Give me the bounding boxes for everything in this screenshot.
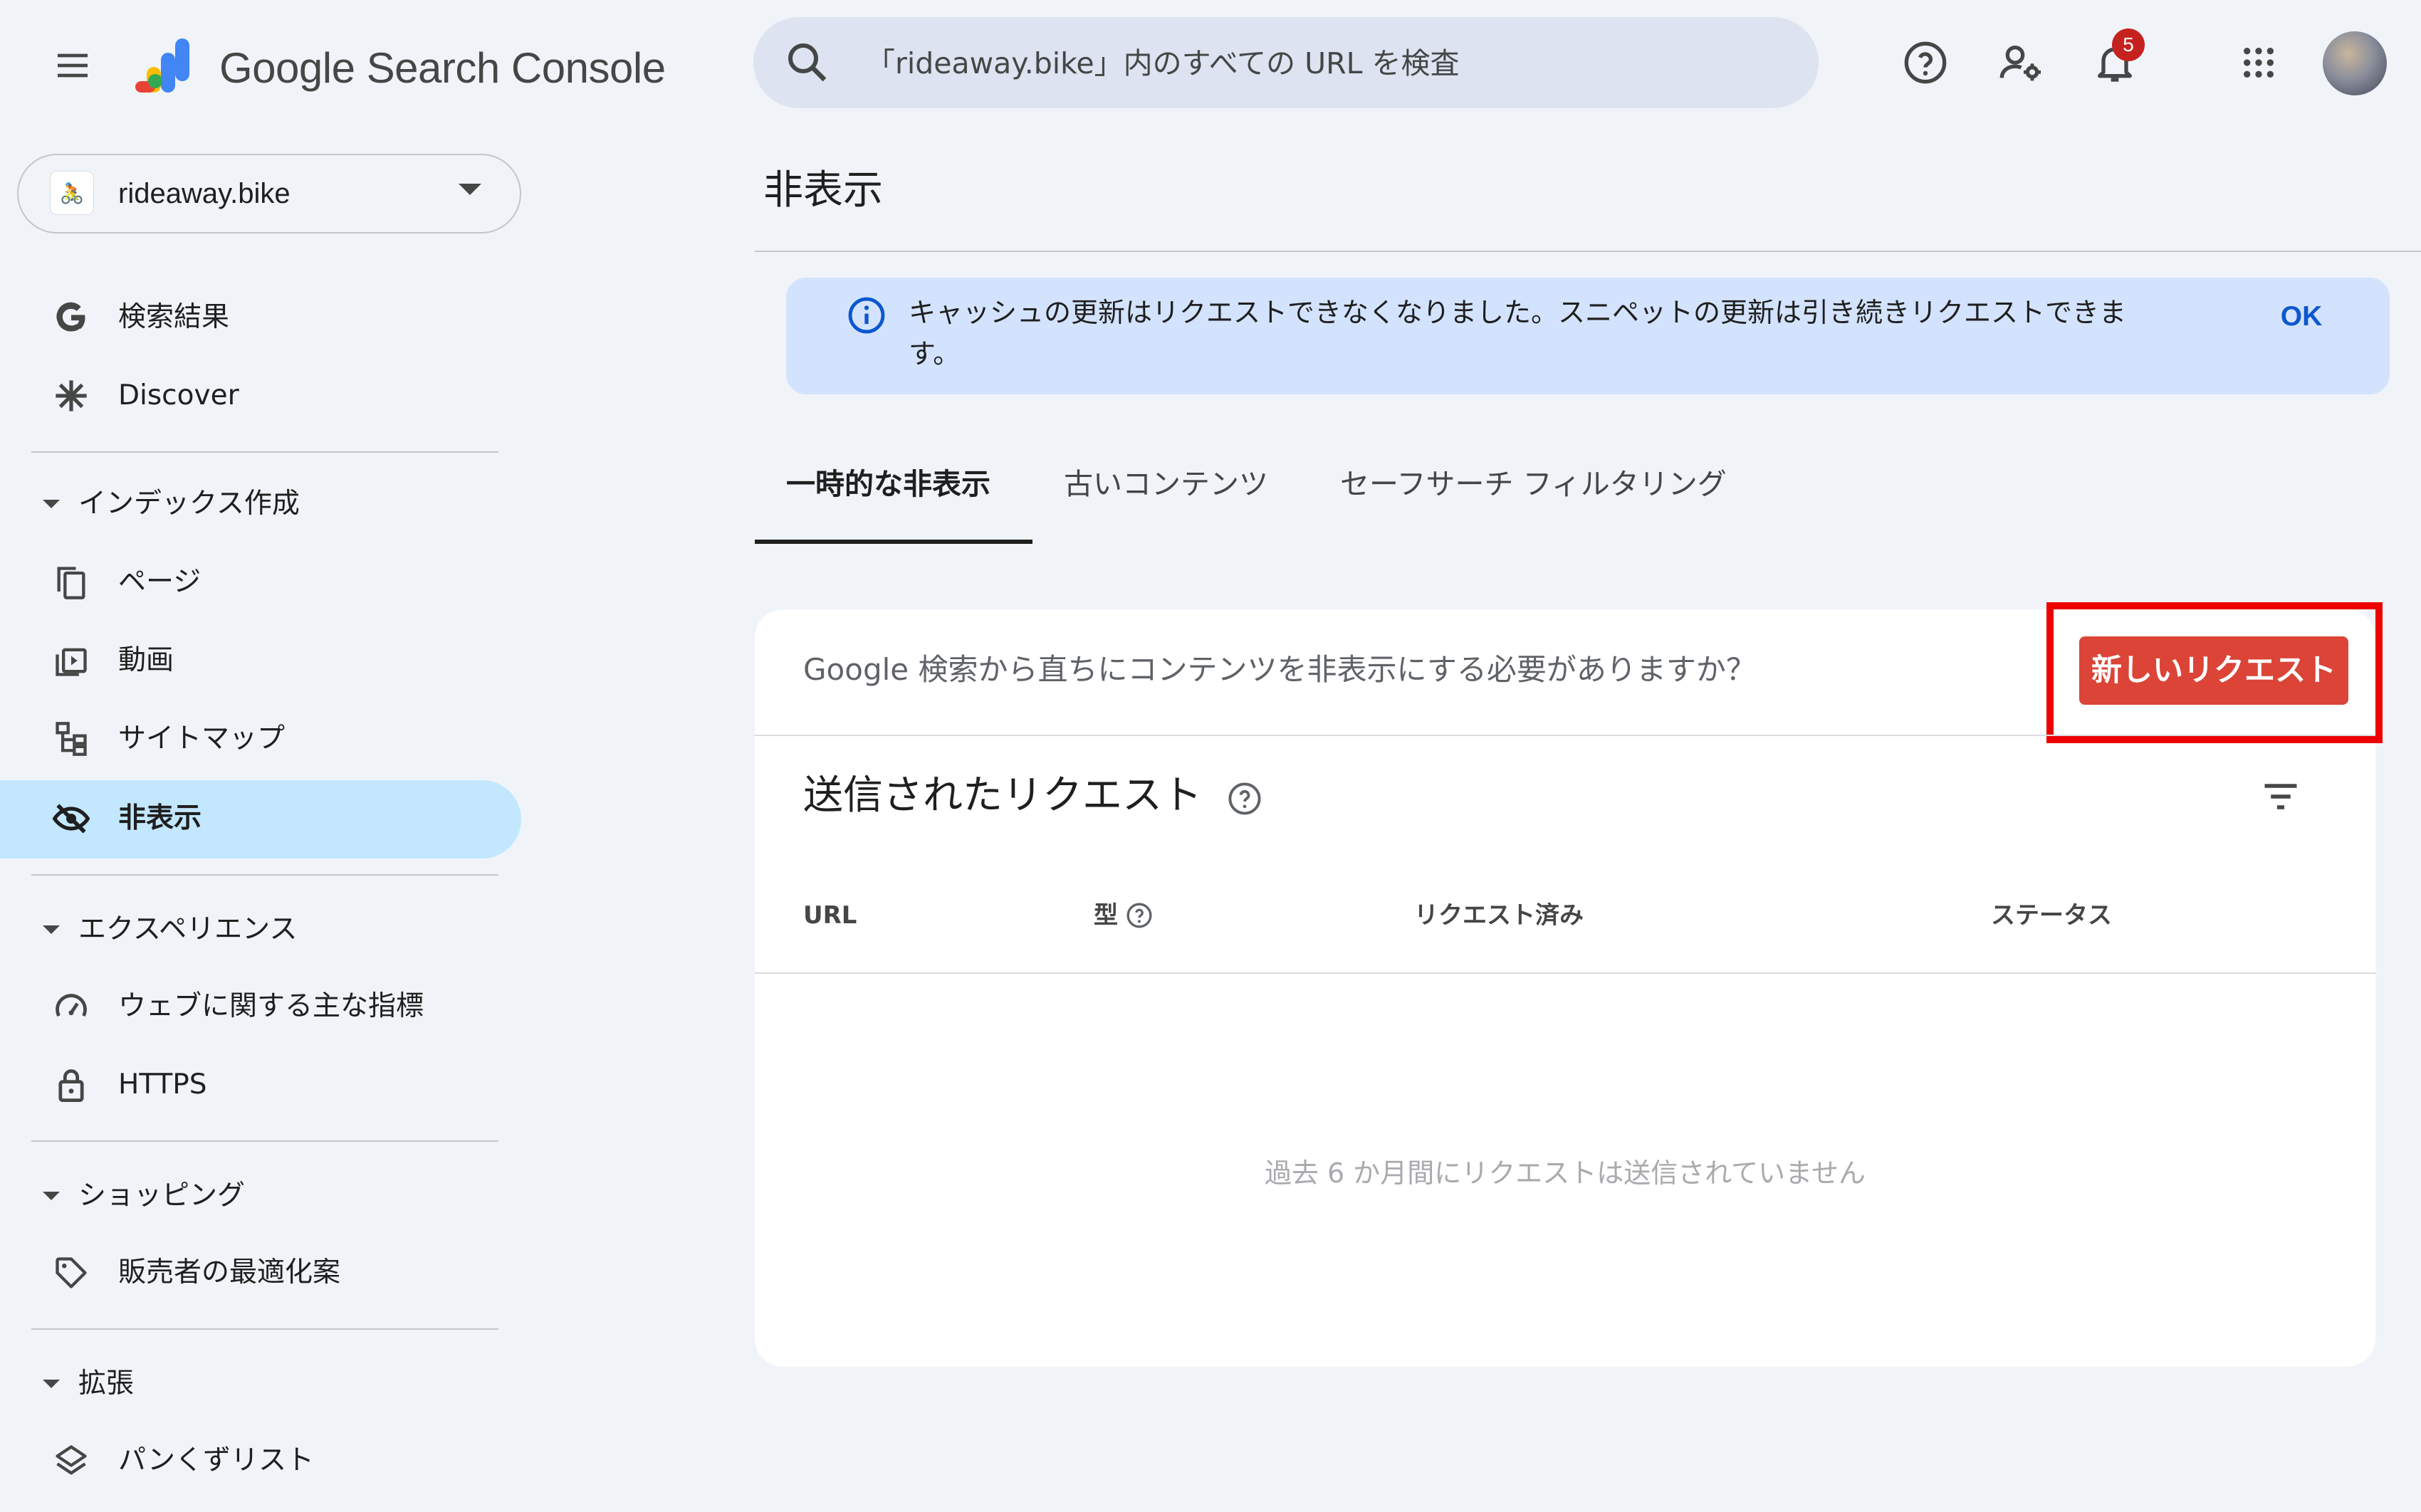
tab-outdated-content[interactable]: 古いコンテンツ: [1064, 456, 1268, 541]
sidebar-item-label: ページ: [118, 566, 202, 598]
search-console-logo[interactable]: [132, 33, 201, 101]
page-title: 非表示: [763, 167, 883, 214]
tab-safesearch-filtering[interactable]: セーフサーチ フィルタリング: [1340, 456, 1727, 541]
collapse-caret-icon[interactable]: [43, 1380, 60, 1388]
sidebar-divider: [31, 1140, 498, 1142]
card-divider: [755, 735, 2375, 736]
sidebar-divider: [31, 874, 498, 876]
sidebar-item-label: Discover: [118, 379, 239, 411]
users-and-permissions-button[interactable]: [1987, 28, 2055, 97]
filter-icon: [2264, 784, 2297, 809]
removal-prompt-text: Google 検索から直ちにコンテンツを非表示にする必要がありますか？: [803, 652, 1756, 687]
help-icon: [1904, 41, 1947, 84]
column-header-requested[interactable]: リクエスト済み: [1414, 894, 1584, 937]
sidebar-item-label: HTTPS: [118, 1069, 207, 1101]
notification-count-badge: 5: [2112, 28, 2145, 61]
sidebar-item-label: 検索結果: [118, 301, 230, 333]
filter-button[interactable]: [2253, 769, 2308, 824]
sidebar-section-enhancements[interactable]: 拡張: [78, 1361, 134, 1407]
apps-grid-icon: [2244, 48, 2274, 78]
active-tab-indicator: [755, 540, 1032, 544]
tag-icon: [48, 1250, 94, 1296]
table-header-divider: [755, 972, 2375, 974]
collapse-caret-icon[interactable]: [43, 925, 60, 934]
account-avatar[interactable]: [2323, 31, 2387, 95]
eye-off-icon: [48, 796, 94, 841]
sidebar-item-label: サイトマップ: [118, 723, 286, 755]
banner-message: キャッシュの更新はリクエストできなくなりました。スニペットの更新は引き続きリクエ…: [909, 297, 2127, 369]
banner-ok-button[interactable]: OK: [2259, 295, 2344, 339]
column-header-url[interactable]: URL: [803, 894, 857, 937]
sitemap-icon: [48, 716, 94, 762]
highlight-annotation-box: [2046, 602, 2383, 743]
sidebar-section-shopping[interactable]: ショッピング: [78, 1173, 245, 1219]
sidebar-item-label: 非表示: [118, 802, 202, 834]
pages-icon: [48, 560, 94, 605]
column-header-type[interactable]: 型: [1094, 894, 1118, 937]
search-icon[interactable]: [782, 37, 833, 88]
main-menu-button[interactable]: [41, 34, 104, 97]
help-icon[interactable]: [1226, 780, 1263, 817]
sidebar-divider: [31, 1328, 498, 1330]
video-icon: [48, 638, 94, 683]
asterisk-icon: [48, 373, 94, 419]
menu-icon: [58, 53, 88, 78]
help-icon[interactable]: [1125, 901, 1154, 930]
google-g-icon: [48, 295, 94, 340]
sidebar-item-label: 動画: [118, 644, 174, 676]
submitted-requests-title: 送信されたリクエスト: [803, 772, 1202, 819]
tab-temporary-removals[interactable]: 一時的な非表示: [786, 456, 990, 541]
collapse-caret-icon[interactable]: [43, 500, 60, 508]
title-divider: [755, 251, 2421, 252]
empty-state-message: 過去 6 か月間にリクエストは送信されていません: [1264, 1157, 1866, 1189]
sidebar-section-indexing[interactable]: インデックス作成: [78, 481, 300, 527]
google-apps-button[interactable]: [2224, 28, 2293, 97]
sidebar-item-label: ウェブに関する主な指標: [118, 990, 424, 1022]
help-button[interactable]: [1891, 28, 1960, 97]
lock-icon: [48, 1062, 94, 1108]
gauge-icon: [48, 984, 94, 1029]
property-name[interactable]: rideaway.bike: [118, 171, 291, 216]
layers-icon: [48, 1438, 94, 1484]
sidebar-section-experience[interactable]: エクスペリエンス: [78, 907, 297, 952]
property-favicon: 🚴: [50, 171, 94, 215]
product-name[interactable]: Google Search Console: [219, 37, 666, 100]
collapse-caret-icon[interactable]: [43, 1192, 60, 1200]
info-icon: [846, 295, 887, 336]
sidebar-divider: [31, 451, 498, 453]
users-settings-icon: [1999, 46, 2041, 81]
sidebar-item-label: 販売者の最適化案: [118, 1256, 341, 1288]
column-header-status[interactable]: ステータス: [1991, 894, 2112, 937]
sidebar-item-label: パンくずリスト: [118, 1444, 314, 1476]
search-input[interactable]: [866, 31, 1792, 95]
dropdown-caret-icon[interactable]: [459, 184, 481, 195]
